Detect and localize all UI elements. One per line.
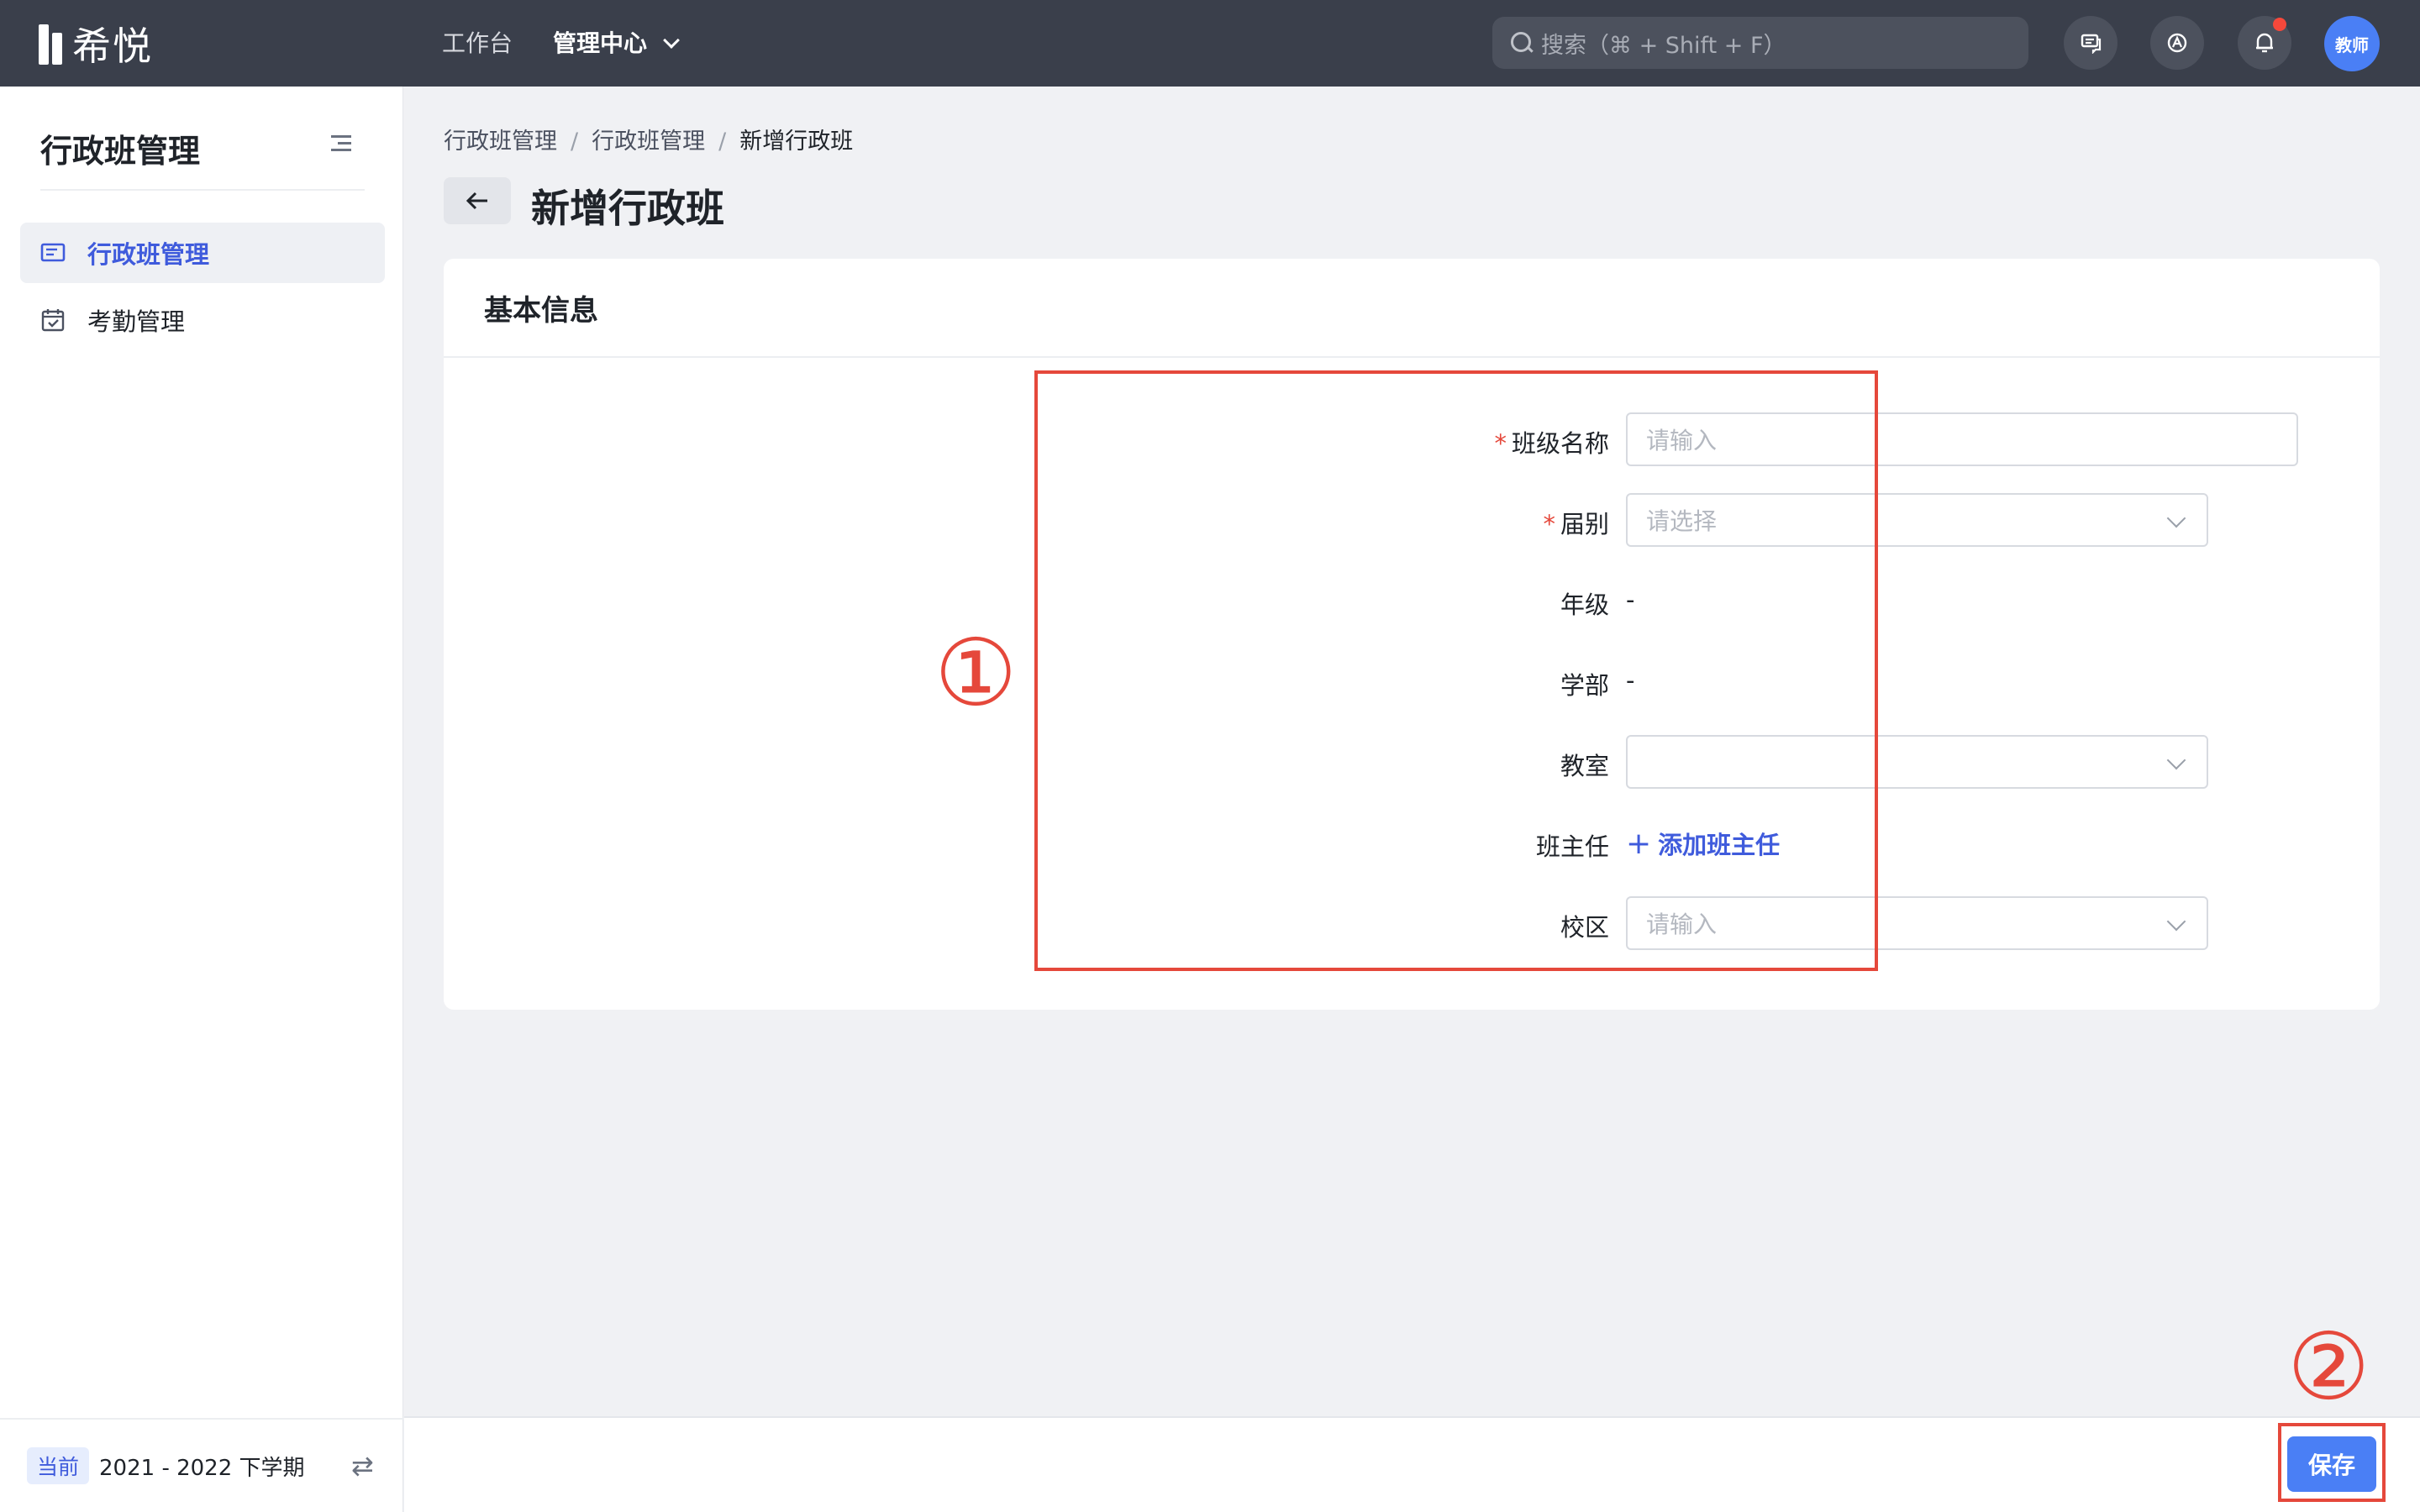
sidebar-item-label: 考勤管理 [87,307,186,336]
swap-icon[interactable]: ⇄ [351,1452,376,1479]
annotation-number-one: ① [934,619,1018,727]
annotation-box-form [1034,370,1878,971]
collapse-sidebar-icon[interactable] [331,134,353,154]
footer-bar [404,1416,2420,1512]
logo-text: 希悦 [72,24,153,69]
sidebar-divider [40,189,365,191]
notification-dot [2273,18,2286,31]
sidebar-title: 行政班管理 [40,133,201,170]
breadcrumb: 行政班管理 / 行政班管理 / 新增行政班 [444,129,854,155]
avatar[interactable]: 教师 [2324,16,2380,71]
nav-workbench[interactable]: 工作台 [442,25,513,59]
search-placeholder: 搜索（⌘ + Shift + F） [1541,32,1786,59]
current-term-text: 2021 - 2022 下学期 [99,1455,305,1481]
card-header: 基本信息 [444,259,2380,358]
nav-admin-center-label: 管理中心 [553,29,648,57]
breadcrumb-item[interactable]: 行政班管理 [592,129,705,155]
class-list-icon [40,240,66,265]
notification-button[interactable] [2238,16,2291,70]
annotation-number-two: ② [2287,1313,2370,1420]
arrow-left-icon [466,192,487,210]
app-center-button[interactable] [2150,16,2204,70]
chevron-down-icon [2166,911,2186,932]
app-center-icon [2167,33,2187,53]
sidebar: 行政班管理 行政班管理 考勤管理 当前 2021 - 2022 下学期 ⇄ [0,87,403,1512]
app-logo[interactable]: 希悦 [39,20,153,69]
page-title: 新增行政班 [531,186,724,231]
logo-mark-icon [39,21,64,66]
annotation-box-save [2278,1423,2386,1502]
calendar-check-icon [40,307,66,333]
nav-admin-center[interactable]: 管理中心 [553,25,680,59]
chevron-down-icon [663,32,680,49]
card-title: 基本信息 [484,293,598,328]
current-term-tag: 当前 [27,1447,90,1484]
bell-icon [2256,33,2273,53]
term-selector[interactable]: 当前 2021 - 2022 下学期 ⇄ [0,1418,403,1512]
message-icon [2081,34,2102,54]
breadcrumb-current: 新增行政班 [739,129,854,155]
chevron-down-icon [2166,750,2186,770]
message-button[interactable] [2064,16,2118,70]
chevron-down-icon [2166,508,2186,528]
breadcrumb-item[interactable]: 行政班管理 [444,129,557,155]
back-button[interactable] [444,177,511,224]
search-icon [1511,32,1533,54]
sidebar-item-label: 行政班管理 [87,240,210,269]
sidebar-item-class-management[interactable]: 行政班管理 [20,223,385,283]
top-navigation-bar: 希悦 工作台 管理中心 搜索（⌘ + Shift + F） 教师 [0,0,2420,87]
search-input[interactable]: 搜索（⌘ + Shift + F） [1492,17,2028,69]
sidebar-item-attendance[interactable]: 考勤管理 [20,290,385,350]
